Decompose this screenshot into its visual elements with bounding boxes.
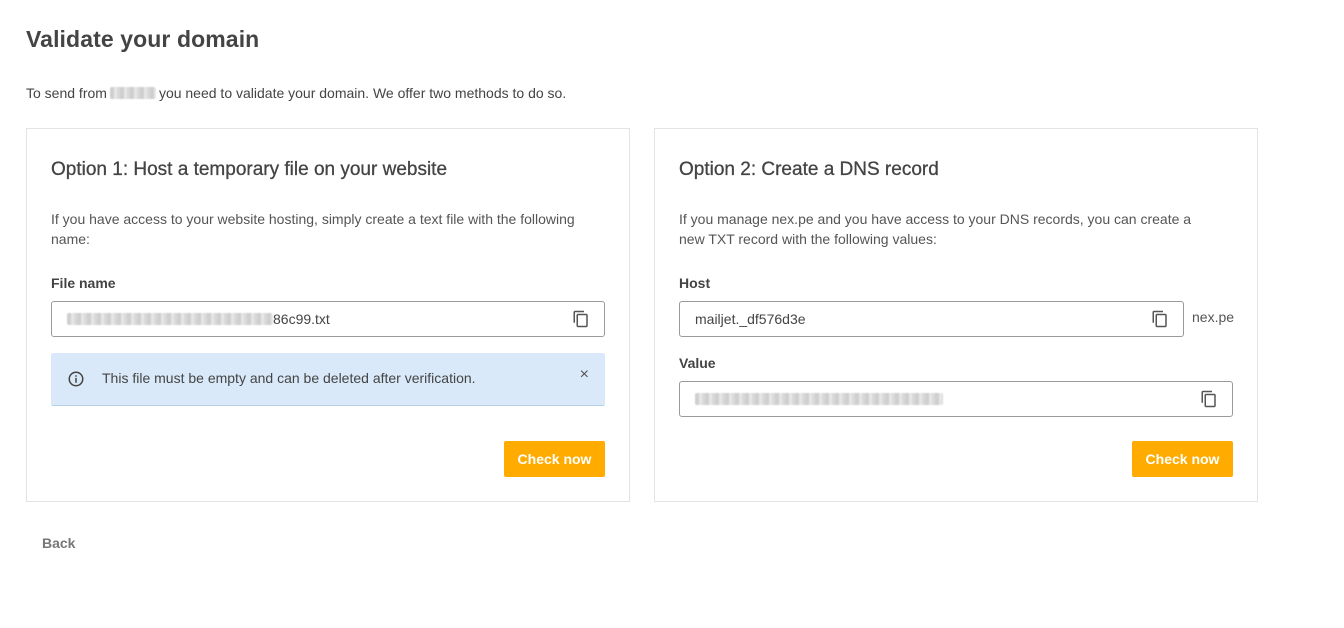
redacted-sender <box>109 87 156 100</box>
file-name-label: File name <box>51 275 116 291</box>
host-label: Host <box>679 275 711 291</box>
info-icon <box>67 370 85 388</box>
option2-card: Option 2: Create a DNS record If you man… <box>654 128 1258 502</box>
option2-description: If you manage nex.pe and you have access… <box>679 211 1192 247</box>
option2-title: Option 2: Create a DNS record <box>679 159 939 180</box>
file-name-suffix: 86c99.txt <box>273 311 330 327</box>
option2-check-now-button[interactable]: Check now <box>1132 441 1233 477</box>
close-icon[interactable]: × <box>580 366 589 384</box>
option1-card: Option 1: Host a temporary file on your … <box>26 128 630 502</box>
intro-after: you need to validate your domain. We off… <box>158 85 567 101</box>
option1-description: If you have access to your website hosti… <box>51 211 575 247</box>
info-alert: This file must be empty and can be delet… <box>51 353 605 406</box>
copy-icon[interactable] <box>1151 310 1169 328</box>
option1-title: Option 1: Host a temporary file on your … <box>51 159 448 180</box>
value-label: Value <box>679 355 716 371</box>
file-name-field[interactable]: 86c99.txt <box>51 301 605 337</box>
host-field[interactable]: mailjet._df576d3e <box>679 301 1184 337</box>
host-value: mailjet._df576d3e <box>695 311 806 327</box>
back-link[interactable]: Back <box>42 535 75 551</box>
validate-domain-page: Validate your domain To send from you nee… <box>0 0 1344 628</box>
copy-icon[interactable] <box>572 310 590 328</box>
copy-icon[interactable] <box>1200 390 1218 408</box>
redacted-file-name <box>67 313 273 325</box>
intro-text: To send from you need to validate your do… <box>26 85 566 101</box>
page-title: Validate your domain <box>26 26 260 52</box>
alert-text: This file must be empty and can be delet… <box>102 370 476 386</box>
intro-before: To send from <box>26 85 107 101</box>
option1-check-now-button[interactable]: Check now <box>504 441 605 477</box>
redacted-txt-value <box>695 393 943 405</box>
host-domain-suffix: nex.pe <box>1192 309 1235 325</box>
value-field[interactable] <box>679 381 1233 417</box>
